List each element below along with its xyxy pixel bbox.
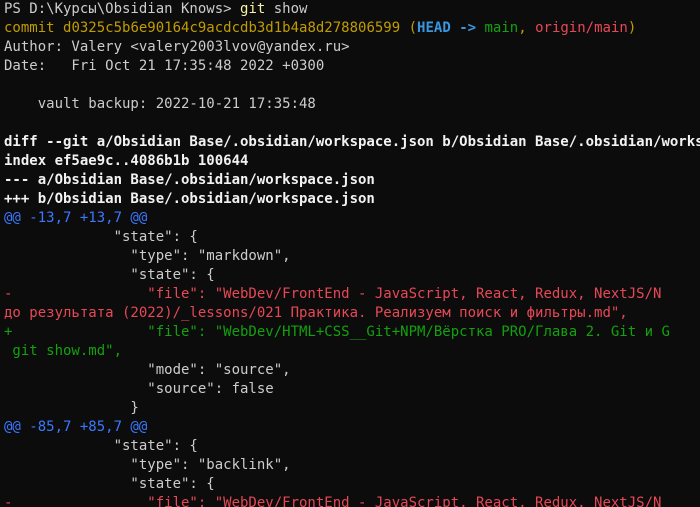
- author-line: Author: Valery <valery2003lvov@yandex.ru…: [4, 39, 350, 55]
- diff-context-line: "state": {: [4, 438, 198, 454]
- diff-git-line: diff --git a/Obsidian Base/.obsidian/wor…: [4, 134, 700, 150]
- prompt-path: PS D:\Курсы\Obsidian Knows>: [4, 1, 232, 17]
- diff-minus-file: --- a/Obsidian Base/.obsidian/workspace.…: [4, 172, 375, 188]
- diff-context-line: }: [4, 400, 139, 416]
- commit-paren-close: ): [627, 20, 637, 36]
- terminal-window[interactable]: PS D:\Курсы\Obsidian Knows> git show com…: [0, 0, 700, 507]
- branch-ref: main: [484, 20, 519, 36]
- diff-removed-line: до результата (2022)/_lessons/021 Практи…: [4, 305, 628, 321]
- diff-added-line: git show.md",: [4, 343, 123, 359]
- command-args: show: [273, 1, 308, 17]
- diff-added-line: + "file": "WebDev/HTML+CSS__Git+NPM/Вёрс…: [4, 324, 670, 340]
- commit-hash: d0325c5b6e90164c9acdcdb3d1b4a8d278806599: [63, 20, 401, 36]
- commit-label: commit: [4, 20, 55, 36]
- command-name: git: [240, 1, 266, 17]
- commit-comma: ,: [518, 20, 527, 36]
- diff-context-line: "type": "markdown",: [4, 248, 291, 264]
- diff-removed-line: - "file": "WebDev/FrontEnd - JavaScript,…: [4, 286, 662, 302]
- commit-line: commit d0325c5b6e90164c9acdcdb3d1b4a8d27…: [0, 19, 700, 38]
- hunk-header: @@ -13,7 +13,7 @@: [4, 210, 148, 226]
- diff-plus-file: +++ b/Obsidian Base/.obsidian/workspace.…: [4, 191, 375, 207]
- diff-removed-line: - "file": "WebDev/FrontEnd - JavaScript,…: [4, 495, 662, 507]
- diff-context-line: "state": {: [4, 267, 215, 283]
- commit-paren-open: (: [408, 20, 418, 36]
- hunk-header: @@ -85,7 +85,7 @@: [4, 419, 148, 435]
- origin-ref: origin/main: [535, 20, 628, 36]
- date-line: Date: Fri Oct 21 17:35:48 2022 +0300: [4, 58, 325, 74]
- head-ref: HEAD ->: [417, 20, 477, 36]
- diff-context-line: "source": false: [4, 381, 274, 397]
- commit-message: vault backup: 2022-10-21 17:35:48: [4, 96, 316, 112]
- diff-context-line: "state": {: [4, 229, 198, 245]
- diff-context-line: "type": "backlink",: [4, 457, 291, 473]
- prompt-line: PS D:\Курсы\Obsidian Knows> git show: [0, 0, 700, 19]
- diff-index-line: index ef5ae9c..4086b1b 100644: [4, 153, 249, 169]
- diff-context-line: "state": {: [4, 476, 215, 492]
- diff-context-line: "mode": "source",: [4, 362, 291, 378]
